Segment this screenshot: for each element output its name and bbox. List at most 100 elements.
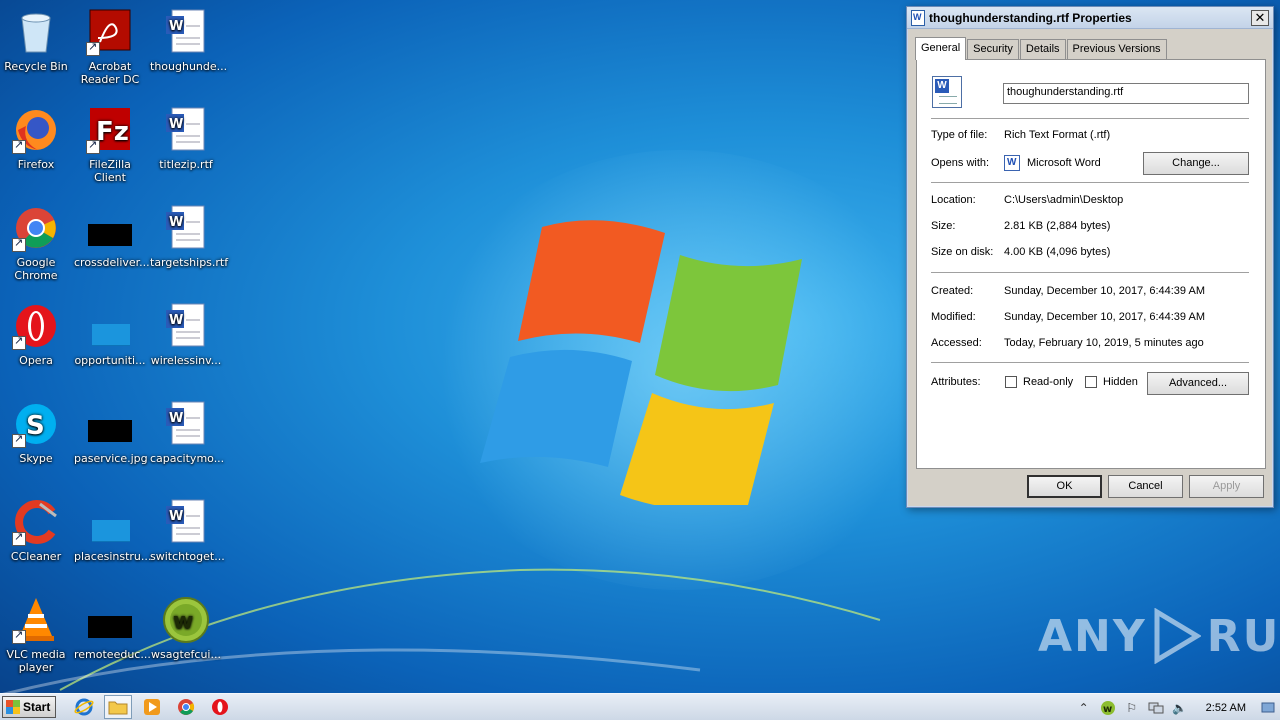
icon-label: Firefox (17, 158, 55, 171)
svg-text:W: W (169, 117, 183, 132)
svg-text:W: W (169, 509, 183, 524)
word-doc-icon (911, 9, 925, 26)
folder-icon[interactable] (104, 695, 132, 719)
desktop-icon-titlezip[interactable]: W titlezip.rtf (148, 106, 224, 171)
icon-label: CCleaner (10, 550, 62, 563)
word-doc-icon: W (162, 204, 210, 252)
hidden-option[interactable]: Hidden (1085, 376, 1138, 388)
readonly-label: Read-only (1023, 376, 1074, 388)
desktop-icon-ccleaner[interactable]: CCleaner (0, 498, 74, 563)
opera-icon[interactable] (206, 695, 234, 719)
opens-with-row: Opens with: Microsoft Word (931, 155, 1101, 171)
desktop-icon-chrome[interactable]: Google Chrome (0, 204, 74, 282)
desktop-icon-vlc[interactable]: VLC media player (0, 596, 74, 674)
svg-text:Fz: Fz (96, 117, 129, 147)
windows-flag-icon (6, 700, 20, 714)
word-doc-icon: W (162, 400, 210, 448)
divider (931, 118, 1249, 119)
blank-file-icon (86, 302, 134, 350)
tab-bar: General Security Details Previous Versio… (915, 37, 1168, 60)
change-button[interactable]: Change... (1143, 152, 1249, 175)
close-button[interactable]: ✕ (1251, 9, 1269, 26)
word-app-icon (1004, 155, 1020, 171)
flag-icon[interactable]: ⚐ (1123, 700, 1141, 716)
word-doc-icon: W (162, 8, 210, 56)
black-file-icon (86, 204, 134, 252)
svg-text:w: w (1103, 704, 1112, 715)
svg-text:S: S (26, 411, 45, 441)
chrome-icon (12, 204, 60, 252)
media-player-icon[interactable] (138, 695, 166, 719)
accessed-value: Today, February 10, 2019, 5 minutes ago (1004, 337, 1204, 349)
desktop-icon-skype[interactable]: S Skype (0, 400, 74, 465)
volume-icon[interactable]: 🔈 (1171, 700, 1189, 716)
icon-label: wsagtefcui... (151, 648, 221, 661)
created-row: Created: Sunday, December 10, 2017, 6:44… (931, 285, 1205, 297)
attributes-row: Attributes: (931, 376, 1004, 388)
file-name-input[interactable]: thoughunderstanding.rtf (1003, 83, 1249, 104)
show-desktop-icon[interactable] (1259, 700, 1277, 716)
word-doc-icon: W (162, 302, 210, 350)
svg-text:W: W (169, 19, 183, 34)
desktop-icon-thoughunde[interactable]: W thoughunde... (148, 8, 227, 73)
desktop-icon-crossdeliver[interactable]: crossdeliver... (72, 204, 150, 269)
readonly-checkbox[interactable] (1005, 376, 1017, 388)
hidden-checkbox[interactable] (1085, 376, 1097, 388)
desktop-icon-targetships[interactable]: W targetships.rtf (148, 204, 229, 269)
blank-file-icon (86, 498, 134, 546)
word-doc-icon (932, 76, 962, 108)
desktop-icon-switchtoget[interactable]: W switchtoget... (148, 498, 225, 563)
desktop-icon-filezilla[interactable]: Fz FileZilla Client (72, 106, 148, 184)
desktop-icon-wsagtefcui[interactable]: w wsagtefcui... (148, 596, 224, 661)
ok-button[interactable]: OK (1027, 475, 1102, 498)
network-icon[interactable] (1147, 700, 1165, 716)
icon-label: Google Chrome (14, 256, 58, 282)
show-hidden-icons-icon[interactable]: ⌃ (1075, 700, 1093, 716)
desktop-icon-wirelessinv[interactable]: W wirelessinv... (148, 302, 224, 367)
opens-value: Microsoft Word (1027, 157, 1101, 169)
dialog-titlebar[interactable]: thoughunderstanding.rtf Properties ✕ (907, 7, 1273, 29)
attributes-label: Attributes: (931, 376, 981, 388)
advanced-button[interactable]: Advanced... (1147, 372, 1249, 395)
desktop-icon-firefox[interactable]: Firefox (0, 106, 74, 171)
modified-label: Modified: (931, 311, 976, 323)
watermark-any: ANY (1038, 610, 1147, 662)
desktop-icon-capacitymo[interactable]: W capacitymo... (148, 400, 224, 465)
w-green-tray-icon[interactable]: w (1099, 700, 1117, 716)
desktop-icon-remoteeduc[interactable]: remoteeduc... (72, 596, 151, 661)
icon-label: Opera (19, 354, 53, 367)
chrome-icon[interactable] (172, 695, 200, 719)
tab-general[interactable]: General (915, 37, 967, 60)
cancel-button[interactable]: Cancel (1108, 475, 1183, 498)
divider (931, 362, 1249, 363)
word-doc-icon: W (162, 498, 210, 546)
size-on-disk-row: Size on disk: 4.00 KB (4,096 bytes) (931, 246, 1110, 258)
tab-details[interactable]: Details (1019, 39, 1066, 59)
divider (931, 272, 1249, 273)
size-on-disk-label: Size on disk: (931, 246, 994, 258)
icon-label: FileZilla Client (89, 158, 131, 184)
internet-explorer-icon[interactable] (70, 695, 98, 719)
play-triangle-icon (1154, 608, 1201, 664)
opera-icon (12, 302, 60, 350)
recycle-bin-icon (12, 8, 60, 56)
tab-security[interactable]: Security (967, 39, 1019, 59)
desktop-icon-opera[interactable]: Opera (0, 302, 74, 367)
anyrun-watermark: ANY RUN (1038, 608, 1280, 664)
size-value: 2.81 KB (2,884 bytes) (1004, 220, 1111, 232)
icon-label: targetships.rtf (150, 256, 229, 269)
firefox-icon (12, 106, 60, 154)
desktop-icon-placesinstru[interactable]: placesinstru... (72, 498, 151, 563)
desktop-icon-recycle-bin[interactable]: Recycle Bin (0, 8, 74, 73)
start-button[interactable]: Start (2, 696, 56, 718)
desktop-icon-opportuniti[interactable]: opportuniti... (72, 302, 148, 367)
icon-label: Acrobat Reader DC (80, 60, 140, 86)
tab-previous-versions[interactable]: Previous Versions (1066, 39, 1167, 59)
type-label: Type of file: (931, 129, 988, 141)
desktop-icon-paservice[interactable]: paservice.jpg (72, 400, 148, 465)
clock[interactable]: 2:52 AM (1206, 702, 1246, 714)
desktop-icon-acrobat[interactable]: Acrobat Reader DC (72, 8, 148, 86)
readonly-option[interactable]: Read-only (1005, 376, 1073, 388)
apply-button[interactable]: Apply (1189, 475, 1264, 498)
created-label: Created: (931, 285, 974, 297)
